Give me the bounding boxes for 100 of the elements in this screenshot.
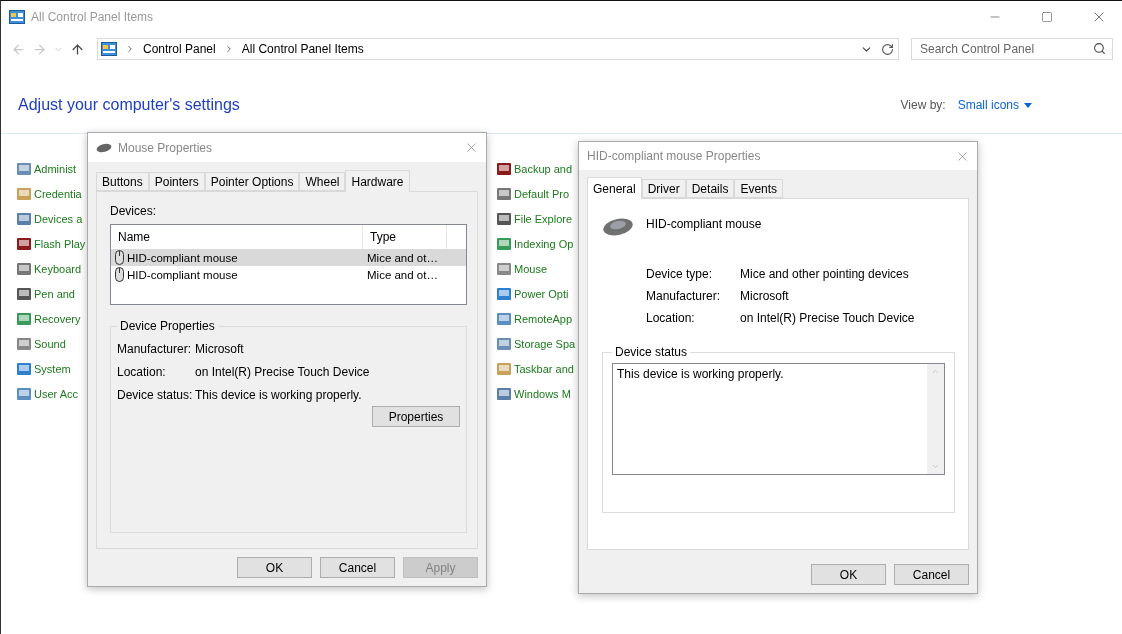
control-panel-item[interactable]: Storage Spa <box>496 335 576 353</box>
control-panel-item[interactable]: Credentia <box>16 185 82 203</box>
control-panel-item[interactable]: Mouse <box>496 260 548 278</box>
applet-icon <box>496 236 512 252</box>
device-row[interactable]: HID-compliant mouse Mice and ot… <box>111 266 466 283</box>
refresh-icon[interactable] <box>881 42 894 56</box>
field-label: Manufacturer: <box>117 341 193 356</box>
control-panel-item[interactable]: Flash Play <box>16 235 86 253</box>
dialog-tab[interactable]: General <box>587 177 642 199</box>
properties-button[interactable]: Properties <box>372 406 460 427</box>
control-panel-item[interactable]: Pen and <box>16 285 75 303</box>
field-label: Manufacturer: <box>646 289 722 303</box>
control-panel-item[interactable]: Default Pro <box>496 185 570 203</box>
control-panel-item[interactable]: RemoteApp <box>496 310 573 328</box>
breadcrumb[interactable]: Control Panel <box>143 42 216 56</box>
control-panel-item[interactable]: Recovery <box>16 310 81 328</box>
dialog-tab[interactable]: Pointer Options <box>204 172 300 191</box>
dialog-tab[interactable]: Pointers <box>148 172 205 191</box>
field-value: Microsoft <box>195 341 245 356</box>
dialog-title: HID-compliant mouse Properties <box>587 149 762 163</box>
applet-icon <box>16 186 32 202</box>
applet-icon <box>496 211 512 227</box>
status-textbox[interactable]: This device is working properly. <box>612 363 945 475</box>
control-panel-item[interactable]: File Explore <box>496 210 573 228</box>
group-title: Device status <box>614 345 689 359</box>
applet-icon <box>16 286 32 302</box>
device-name: HID-compliant mouse <box>127 268 238 281</box>
maximize-icon <box>1041 11 1053 23</box>
dialog-title: Mouse Properties <box>118 140 214 155</box>
search-field[interactable]: Search Control Panel <box>911 38 1113 60</box>
scroll-down-icon[interactable] <box>931 462 940 471</box>
device-name: HID-compliant mouse <box>127 251 238 264</box>
scroll-up-icon[interactable] <box>931 367 940 376</box>
page-heading: Adjust your computer's settings <box>18 96 241 114</box>
mouse-icon <box>602 217 634 237</box>
applet-icon <box>16 361 32 377</box>
device-row[interactable]: HID-compliant mouse Mice and ot… <box>111 249 466 266</box>
control-panel-item[interactable]: Administ <box>16 160 77 178</box>
control-panel-item[interactable]: System <box>16 360 71 378</box>
breadcrumb-separator-icon <box>125 44 135 54</box>
control-panel-item[interactable]: Power Opti <box>496 285 569 303</box>
caret-icon <box>1024 102 1032 108</box>
dialog-button[interactable]: Cancel <box>894 564 969 585</box>
dialog-tab[interactable]: Details <box>685 179 735 198</box>
dialog-button[interactable]: OK <box>237 557 312 578</box>
control-panel-item[interactable]: Keyboard <box>16 260 82 278</box>
field-label: Device type: <box>646 267 714 281</box>
field-value: Microsoft <box>740 289 790 303</box>
field-value: on Intel(R) Precise Touch Device <box>740 311 916 325</box>
up-button[interactable] <box>70 41 85 57</box>
dialog-button[interactable]: Cancel <box>320 557 395 578</box>
field-label: Device status: <box>117 387 194 402</box>
device-name: HID-compliant mouse <box>646 217 762 231</box>
device-type: Mice and ot… <box>367 251 438 264</box>
breadcrumb[interactable]: All Control Panel Items <box>241 42 364 56</box>
field-label: Location: <box>646 311 696 325</box>
dialog-button[interactable]: OK <box>811 564 886 585</box>
dialog-tab[interactable]: Events <box>734 179 784 198</box>
field-label: Location: <box>117 364 167 379</box>
applet-icon <box>16 261 32 277</box>
dialog-tab[interactable]: Wheel <box>299 172 346 191</box>
applet-icon <box>496 361 512 377</box>
status-text: This device is working properly. <box>616 366 785 383</box>
applet-icon <box>16 236 32 252</box>
control-panel-item[interactable]: Indexing Op <box>496 235 574 253</box>
group-title: Device Properties <box>119 319 216 333</box>
dialog-tab[interactable]: Driver <box>641 179 686 198</box>
control-panel-icon <box>9 10 25 24</box>
back-button[interactable] <box>11 41 26 57</box>
control-panel-item[interactable]: User Acc <box>16 385 78 403</box>
applet-icon <box>496 161 512 177</box>
control-panel-item[interactable]: Taskbar and <box>496 360 574 378</box>
dialog-tab[interactable]: Buttons <box>96 172 149 191</box>
forward-button[interactable] <box>32 41 47 57</box>
applet-icon <box>16 386 32 402</box>
applet-icon <box>16 311 32 327</box>
field-value: Mice and other pointing devices <box>740 267 910 281</box>
scrollbar[interactable] <box>927 364 944 474</box>
mouse-icon <box>115 250 124 265</box>
device-list[interactable]: Name Type HID-compliant mouse Mice and ot… HID-compliant mouse Mice and ot… <box>110 224 467 305</box>
control-panel-item[interactable]: Windows M <box>496 385 571 403</box>
applet-icon <box>16 161 32 177</box>
control-panel-icon <box>101 42 117 56</box>
control-panel-item[interactable]: Backup and <box>496 160 573 178</box>
view-by-label: View by: <box>900 98 946 112</box>
applet-icon <box>496 186 512 202</box>
view-by-dropdown[interactable]: Small icons <box>957 98 1032 112</box>
window-title: All Control Panel Items <box>31 10 155 24</box>
applet-icon <box>496 261 512 277</box>
device-type: Mice and ot… <box>367 268 438 281</box>
applet-icon <box>496 311 512 327</box>
applet-icon <box>496 286 512 302</box>
dialog-tab[interactable]: Hardware <box>345 170 410 192</box>
address-bar[interactable]: Control Panel All Control Panel Items <box>97 38 899 60</box>
devices-label: Devices: <box>110 204 157 218</box>
search-icon <box>1093 42 1106 55</box>
control-panel-item[interactable]: Devices a <box>16 210 83 228</box>
applet-icon <box>16 336 32 352</box>
control-panel-item[interactable]: Sound <box>16 335 66 353</box>
applet-icon <box>496 386 512 402</box>
